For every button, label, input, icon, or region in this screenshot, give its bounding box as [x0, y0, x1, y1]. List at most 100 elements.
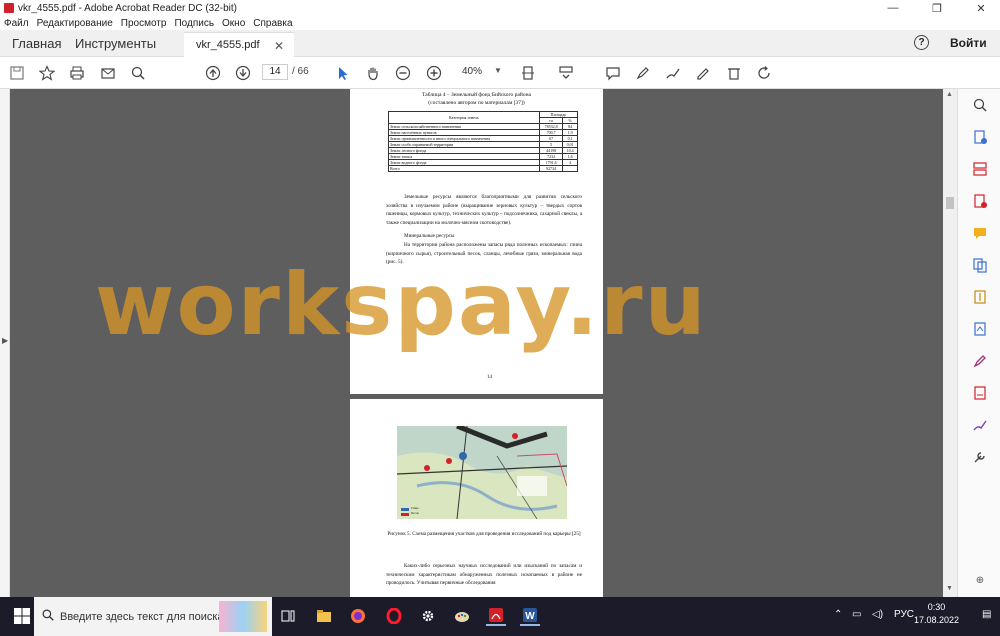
menu-view[interactable]: Просмотр [121, 18, 167, 29]
fill-sign-panel-icon[interactable] [971, 352, 989, 370]
create-pdf-icon[interactable] [971, 192, 989, 210]
print-icon[interactable] [68, 64, 86, 82]
organize-pages-icon[interactable] [971, 160, 989, 178]
login-button[interactable]: Войти [950, 36, 987, 50]
collapse-panel-icon[interactable]: ⊕ [971, 571, 989, 589]
firefox-icon[interactable] [348, 606, 368, 626]
comment-icon[interactable] [604, 64, 622, 82]
pdf-page-14: Таблица 4 – Земельный фонд Бийского райо… [350, 89, 603, 394]
windows-start-icon[interactable] [14, 608, 30, 624]
table-cell: 92734 [538, 165, 564, 172]
request-signature-icon[interactable] [971, 384, 989, 402]
close-window-button[interactable]: ✕ [966, 0, 996, 16]
zoom-search-icon[interactable] [971, 96, 989, 114]
svg-text:W: W [525, 611, 535, 622]
notifications-icon[interactable]: ▤ [982, 609, 991, 620]
paint-icon[interactable] [452, 606, 472, 626]
highlight-pen-icon[interactable] [634, 64, 652, 82]
scroll-down-icon[interactable]: ▼ [946, 585, 953, 592]
combine-files-icon[interactable] [971, 256, 989, 274]
left-panel-toggle[interactable]: ▶ [0, 89, 10, 597]
document-viewer[interactable]: Таблица 4 – Земельный фонд Бийского райо… [10, 89, 943, 597]
scan-ocr-icon[interactable] [971, 320, 989, 338]
heading-mineral-resources: Минеральные ресурсы [404, 233, 455, 239]
map-legend-clay: Глина [411, 506, 419, 510]
save-icon[interactable] [8, 64, 26, 82]
zoom-level[interactable]: 40% [462, 66, 482, 77]
menu-bar: Файл Редактирование Просмотр Подпись Окн… [0, 16, 1000, 30]
tab-document-label: vkr_4555.pdf [196, 39, 260, 51]
table-row: Всего 92734 [388, 165, 578, 172]
right-tools-panel: ⊕ [957, 89, 1000, 597]
word-icon[interactable]: W [520, 606, 540, 626]
menu-window[interactable]: Окно [222, 18, 245, 29]
task-view-icon[interactable] [278, 606, 298, 626]
menu-help[interactable]: Справка [253, 18, 292, 29]
table-title: Таблица 4 – Земельный фонд Бийского райо… [422, 92, 531, 98]
compress-pdf-icon[interactable] [971, 288, 989, 306]
page-number-input[interactable]: 14 [262, 64, 288, 80]
opera-icon[interactable] [384, 606, 404, 626]
hand-tool-icon[interactable] [364, 64, 382, 82]
table-cell [562, 165, 578, 172]
taskbar-search-input[interactable]: Введите здесь текст для поиска [34, 597, 272, 636]
title-bar: vkr_4555.pdf - Adobe Acrobat Reader DC (… [0, 0, 1000, 16]
menu-file[interactable]: Файл [4, 18, 29, 29]
chevron-right-icon: ▶ [2, 336, 9, 345]
volume-icon[interactable]: ◁) [872, 609, 883, 620]
acrobat-taskbar-icon[interactable] [486, 606, 506, 626]
network-icon[interactable]: ▭ [852, 609, 861, 620]
export-pdf-icon[interactable] [971, 128, 989, 146]
zoom-dropdown-icon[interactable]: ▼ [494, 66, 502, 75]
zoom-in-icon[interactable] [425, 64, 443, 82]
restore-button[interactable]: ❐ [922, 0, 952, 16]
email-icon[interactable] [99, 64, 117, 82]
paragraph-land-resources: Земельные ресурсы являются благоприятным… [386, 194, 582, 227]
close-tab-icon[interactable]: ✕ [274, 39, 284, 53]
scroll-mode-icon[interactable] [557, 64, 575, 82]
draw-icon[interactable] [664, 64, 682, 82]
more-tools-icon[interactable] [971, 448, 989, 466]
scroll-thumb[interactable] [946, 197, 954, 209]
next-page-icon[interactable] [234, 64, 252, 82]
zoom-out-icon[interactable] [394, 64, 412, 82]
fill-sign-icon[interactable] [694, 64, 712, 82]
send-for-signature-icon[interactable] [971, 416, 989, 434]
tab-document[interactable]: vkr_4555.pdf ✕ [184, 32, 294, 57]
taskbar-clock[interactable]: 0:30 17.08.2022 [914, 601, 959, 627]
pdf-page-15: Глина Песок Рисунок 5. Схема размещения … [350, 399, 603, 597]
menu-sign[interactable]: Подпись [174, 18, 214, 29]
land-fund-table: Категория земель Площадь га % Земли сель… [388, 111, 579, 172]
rotate-icon[interactable] [755, 64, 773, 82]
file-explorer-icon[interactable] [314, 606, 334, 626]
comment-panel-icon[interactable] [971, 224, 989, 242]
vertical-scrollbar[interactable]: ▲ ▼ [943, 89, 957, 597]
scroll-up-icon[interactable]: ▲ [946, 91, 953, 98]
paragraph-minerals: На территории района расположены запасы … [386, 242, 582, 266]
menu-edit[interactable]: Редактирование [37, 18, 113, 29]
paragraph-research: Каких-либо серьезных научных исследовани… [386, 563, 582, 587]
tab-tools[interactable]: Инструменты [75, 36, 156, 51]
clock-time: 0:30 [927, 602, 946, 612]
minimize-button[interactable]: — [878, 0, 908, 16]
search-highlight-image [219, 601, 267, 632]
table-cell: Всего [388, 165, 540, 172]
fit-page-icon[interactable] [519, 64, 537, 82]
windows-taskbar: Введите здесь текст для поиска W ⌃ ▭ ◁) … [0, 597, 1000, 636]
tray-chevron-up-icon[interactable]: ⌃ [834, 609, 842, 620]
trash-icon[interactable] [725, 64, 743, 82]
clock-date: 17.08.2022 [914, 615, 960, 625]
search-icon [42, 609, 54, 621]
page-total: / 66 [292, 66, 309, 77]
help-icon[interactable]: ? [914, 35, 929, 50]
settings-gear-icon[interactable] [418, 606, 438, 626]
figure-caption: Рисунок 5. Схема размещения участков для… [387, 531, 581, 537]
search-icon[interactable] [129, 64, 147, 82]
search-placeholder: Введите здесь текст для поиска [60, 610, 224, 623]
table-subtitle: (составлено автором по материалам [37]) [428, 100, 525, 106]
tab-home[interactable]: Главная [12, 36, 61, 51]
language-indicator[interactable]: РУС [894, 609, 914, 620]
select-cursor-icon[interactable] [334, 64, 352, 82]
previous-page-icon[interactable] [204, 64, 222, 82]
bookmark-star-icon[interactable] [38, 64, 56, 82]
